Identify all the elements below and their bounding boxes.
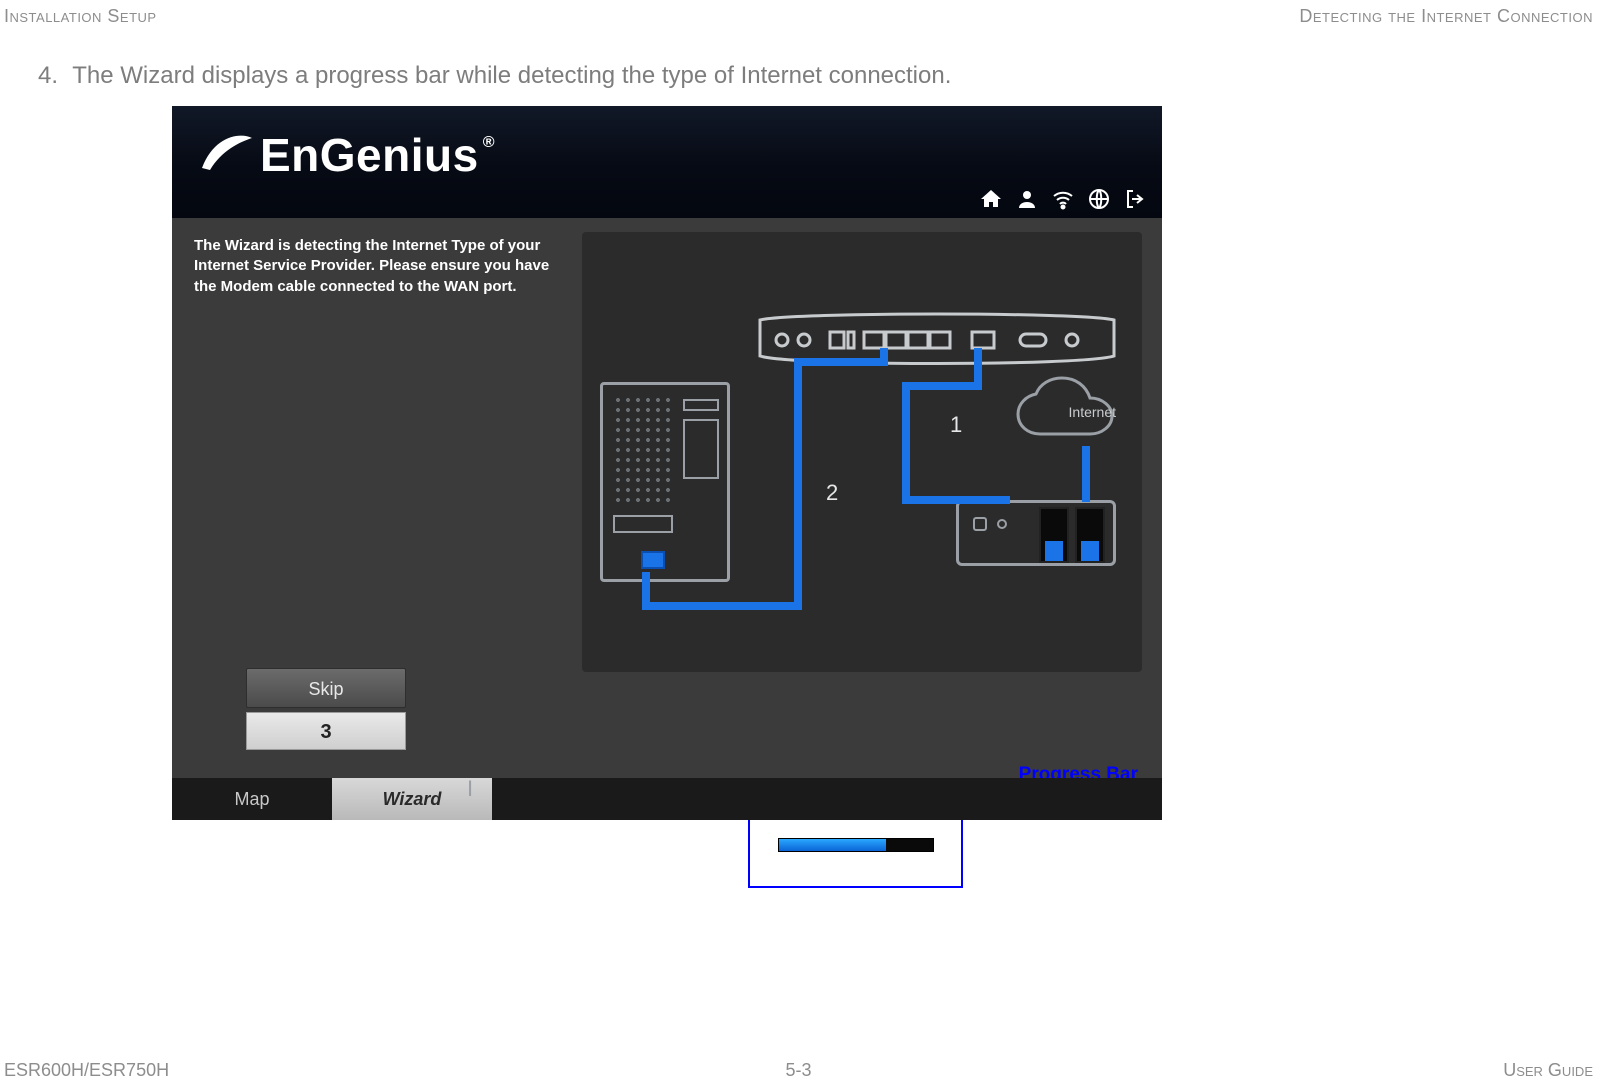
wizard-step-badge: 3: [246, 712, 406, 750]
cloud-label: Internet: [1069, 404, 1116, 420]
pc-tower-icon: [600, 382, 730, 582]
pc-nic-port-icon: [641, 551, 665, 569]
document-page: Installation Setup Detecting the Interne…: [0, 0, 1597, 1091]
text-cursor-icon: I: [467, 776, 473, 802]
wizard-message: The Wizard is detecting the Internet Typ…: [194, 236, 564, 297]
bottom-tab-bar: Map Wizard I: [172, 778, 1162, 820]
modem-icon: [956, 500, 1116, 566]
step-number: 4.: [38, 62, 66, 90]
brand-mark: ®: [483, 134, 495, 152]
topbar-icons: [978, 186, 1148, 212]
diagram-step-1: 1: [950, 412, 962, 438]
wizard-body: The Wizard is detecting the Internet Typ…: [172, 218, 1162, 778]
brand-name: EnGenius: [260, 128, 479, 182]
footer-guide: User Guide: [1503, 1060, 1593, 1081]
footer-model: ESR600H/ESR750H: [4, 1060, 169, 1081]
footer-page: 5-3: [785, 1060, 811, 1081]
diagram-step-2: 2: [826, 480, 838, 506]
user-icon[interactable]: [1014, 186, 1040, 212]
brand-logo: EnGenius ®: [200, 128, 495, 182]
logout-icon[interactable]: [1122, 186, 1148, 212]
tab-map[interactable]: Map: [172, 778, 332, 820]
router-topbar: EnGenius ®: [172, 106, 1162, 218]
globe-icon[interactable]: [1086, 186, 1112, 212]
router-ui-screenshot: EnGenius ® The Wizard is detecting the I…: [172, 106, 1162, 820]
skip-button[interactable]: Skip: [246, 668, 406, 708]
header-left: Installation Setup: [4, 6, 157, 27]
step-text: The Wizard displays a progress bar while…: [72, 62, 951, 89]
wifi-icon[interactable]: [1050, 186, 1076, 212]
step-line: 4. The Wizard displays a progress bar wh…: [38, 62, 951, 90]
progress-bar: [778, 838, 934, 852]
brand-swoop-icon: [200, 128, 254, 172]
home-icon[interactable]: [978, 186, 1004, 212]
connection-diagram: Internet: [582, 232, 1142, 672]
progress-bar-fill: [779, 839, 887, 851]
header-right: Detecting the Internet Connection: [1299, 6, 1593, 27]
